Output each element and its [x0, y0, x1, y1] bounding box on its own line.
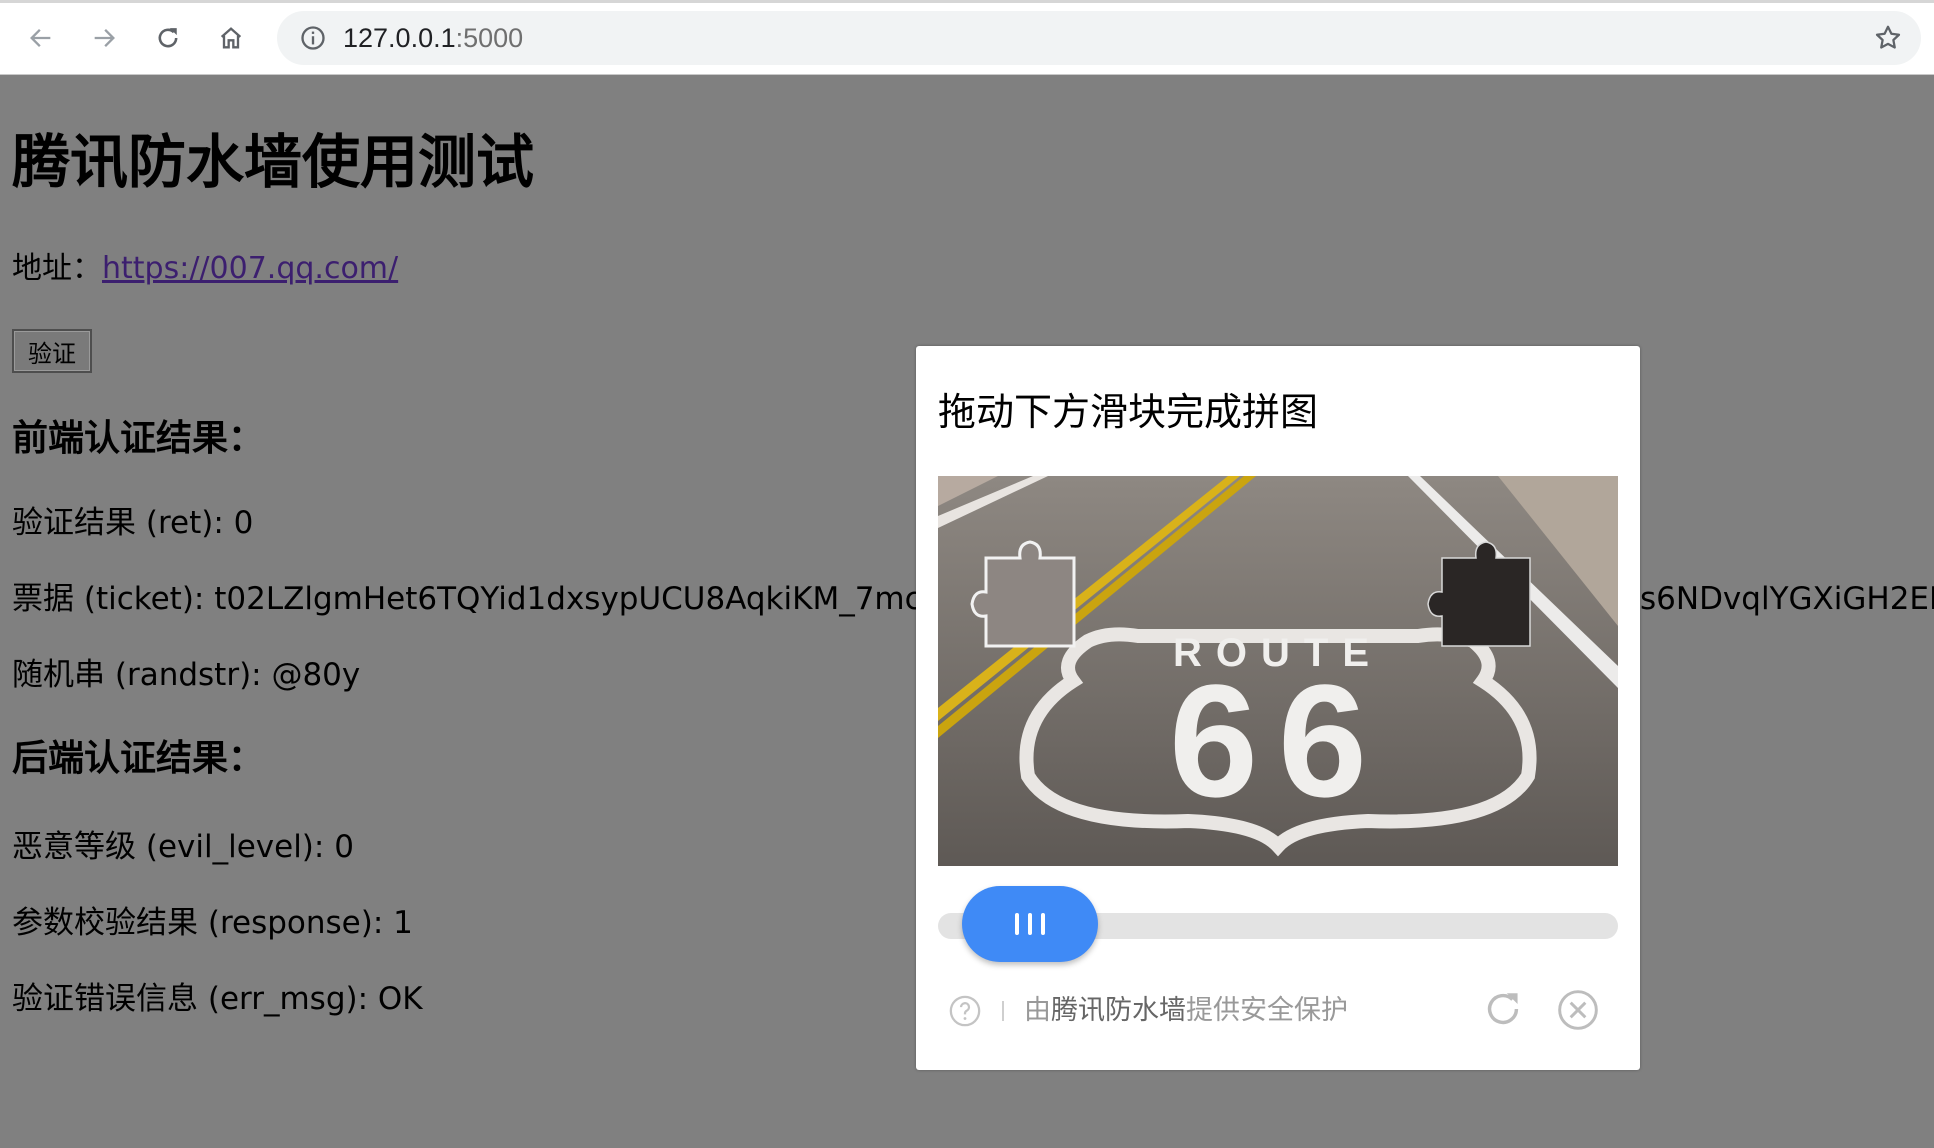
help-icon[interactable]: [948, 994, 982, 1028]
url-text[interactable]: 127.0.0.1:5000: [343, 23, 523, 53]
evil-level-result: 恶意等级 (evil_level): 0: [12, 829, 354, 865]
tab-strip-edge: [0, 0, 1934, 3]
ticket-result: 票据 (ticket): t02LZlgmHet6TQYid1dxsypUCU8…: [12, 579, 945, 619]
page-title: 腾讯防水墙使用测试: [12, 128, 535, 196]
randstr-result: 随机串 (randstr): @80y: [12, 657, 361, 693]
browser-toolbar: 127.0.0.1:5000: [0, 0, 1934, 75]
puzzle-image: ROUTE 66: [938, 476, 1618, 866]
backend-result-heading: 后端认证结果：: [12, 738, 265, 779]
notice-prefix: 由: [1024, 995, 1051, 1026]
frontend-result-heading: 前端认证结果：: [12, 418, 265, 459]
errmsg-result: 验证错误信息 (err_msg): OK: [12, 981, 423, 1017]
forward-button[interactable]: [84, 18, 124, 58]
home-button[interactable]: [211, 18, 251, 58]
ticket-value-tail: s6NDvqlYGXiGH2EH: [1640, 581, 1934, 617]
slider-handle[interactable]: [962, 886, 1098, 962]
close-icon[interactable]: [1556, 988, 1600, 1032]
route66-road-image: ROUTE 66: [938, 476, 1618, 866]
address-row: 地址：https://007.qq.com/: [12, 249, 398, 289]
back-button[interactable]: [21, 18, 61, 58]
notice-brand: 腾讯防水墙: [1051, 995, 1186, 1026]
bookmark-star-icon[interactable]: [1873, 23, 1903, 53]
security-notice: 由腾讯防水墙提供安全保护: [1024, 994, 1348, 1028]
captcha-dialog: 拖动下方滑块完成拼图 ROUTE 66 由腾讯防水墙提供安全保护: [916, 346, 1640, 1070]
info-icon[interactable]: [299, 24, 327, 52]
home-icon: [220, 27, 242, 49]
grip-icon: [1015, 913, 1045, 935]
address-label: 地址：: [12, 251, 102, 286]
captcha-title: 拖动下方滑块完成拼图: [938, 390, 1319, 434]
ticket-label: 票据 (ticket):: [12, 581, 215, 617]
ticket-value: t02LZlgmHet6TQYid1dxsypUCU8AqkiKM_7mcH: [214, 581, 945, 617]
response-result: 参数校验结果 (response): 1: [12, 905, 413, 941]
footer-divider: [1002, 1001, 1004, 1021]
forward-icon: [94, 29, 115, 47]
url-port: :5000: [455, 23, 524, 53]
refresh-icon[interactable]: [1480, 986, 1526, 1032]
shield-number-text: 66: [1169, 651, 1387, 830]
reload-icon: [158, 28, 178, 48]
address-bar[interactable]: 127.0.0.1:5000: [277, 11, 1921, 65]
reload-button[interactable]: [148, 18, 188, 58]
verify-button[interactable]: 验证: [12, 329, 92, 373]
url-host: 127.0.0.1: [343, 23, 456, 53]
notice-suffix: 提供安全保护: [1186, 995, 1348, 1026]
ret-result: 验证结果 (ret): 0: [12, 505, 254, 541]
back-icon: [30, 29, 51, 47]
address-link[interactable]: https://007.qq.com/: [102, 251, 398, 286]
